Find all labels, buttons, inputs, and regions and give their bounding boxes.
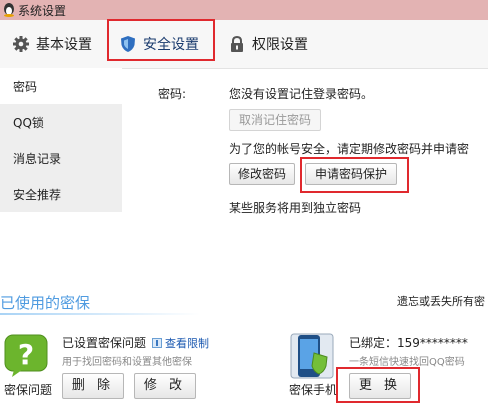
independent-password-note: 某些服务将用到独立密码 xyxy=(229,201,362,215)
sidebar-item-label: 密码 xyxy=(13,80,38,94)
password-label: 密码: xyxy=(158,87,187,101)
window-title: 系统设置 xyxy=(18,4,67,18)
sidebar-item-label: QQ锁 xyxy=(13,116,44,130)
sidebar-item-security-recommend[interactable]: 安全推荐 xyxy=(0,176,122,212)
view-limit-link[interactable]: 查看限制 xyxy=(152,335,209,351)
phone-icon xyxy=(290,333,334,379)
security-phone-label: 密保手机 xyxy=(289,383,338,397)
password-security-tip: 为了您的帐号安全，请定期修改密码并申请密 xyxy=(229,142,470,156)
qq-penguin-icon xyxy=(4,3,14,17)
bound-phone-status: 已绑定：159******** xyxy=(349,336,468,350)
change-phone-button[interactable]: 更 换 xyxy=(349,373,411,399)
tab-label: 权限设置 xyxy=(252,37,308,53)
sidebar-item-label: 消息记录 xyxy=(13,152,62,166)
tab-permission-settings[interactable]: 权限设置 xyxy=(228,20,308,68)
title-bar: 系统设置 xyxy=(0,0,488,20)
tab-label: 基本设置 xyxy=(36,37,92,53)
tab-bar: 基本设置 安全设置 权限设置 xyxy=(0,20,488,69)
security-question-label: 密保问题 xyxy=(4,383,53,397)
sidebar: 密码 QQ锁 消息记录 安全推荐 xyxy=(0,68,122,212)
sidebar-item-message-history[interactable]: 消息记录 xyxy=(0,140,122,176)
tab-security-settings[interactable]: 安全设置 xyxy=(119,20,199,68)
tab-basic-settings[interactable]: 基本设置 xyxy=(12,20,92,68)
sidebar-item-password[interactable]: 密码 xyxy=(0,68,122,104)
delete-question-button[interactable]: 删 除 xyxy=(62,373,124,399)
security-question-status: 已设置密保问题 xyxy=(62,336,147,350)
shield-icon xyxy=(121,36,135,52)
view-limit-text: 查看限制 xyxy=(165,337,209,350)
sidebar-item-qq-lock[interactable]: QQ锁 xyxy=(0,104,122,140)
lock-icon xyxy=(231,35,243,52)
section-divider xyxy=(0,313,200,315)
question-mark-icon: ? xyxy=(4,334,48,377)
password-panel: 密码: 您没有设置记住登录密码。 取消记住密码 为了您的帐号安全，请定期修改密码… xyxy=(122,68,488,228)
info-icon xyxy=(152,338,162,348)
cancel-remember-password-button[interactable]: 取消记住密码 xyxy=(229,109,321,131)
security-question-desc: 用于找回密码和设置其他密保 xyxy=(62,357,192,368)
gear-icon xyxy=(13,36,29,52)
section-title: 已使用的密保 xyxy=(0,294,91,312)
sidebar-item-label: 安全推荐 xyxy=(13,188,62,202)
lost-protection-hint: 遗忘或丢失所有密 xyxy=(397,295,485,308)
svg-text:?: ? xyxy=(18,338,34,371)
password-status: 您没有设置记住登录密码。 xyxy=(229,87,374,101)
modify-question-button[interactable]: 修 改 xyxy=(134,373,196,399)
tab-label: 安全设置 xyxy=(143,37,199,53)
security-phone-desc: 一条短信快速找回QQ密码 xyxy=(349,357,465,368)
change-password-button[interactable]: 修改密码 xyxy=(229,163,295,185)
apply-password-protection-button[interactable]: 申请密码保护 xyxy=(305,163,397,185)
